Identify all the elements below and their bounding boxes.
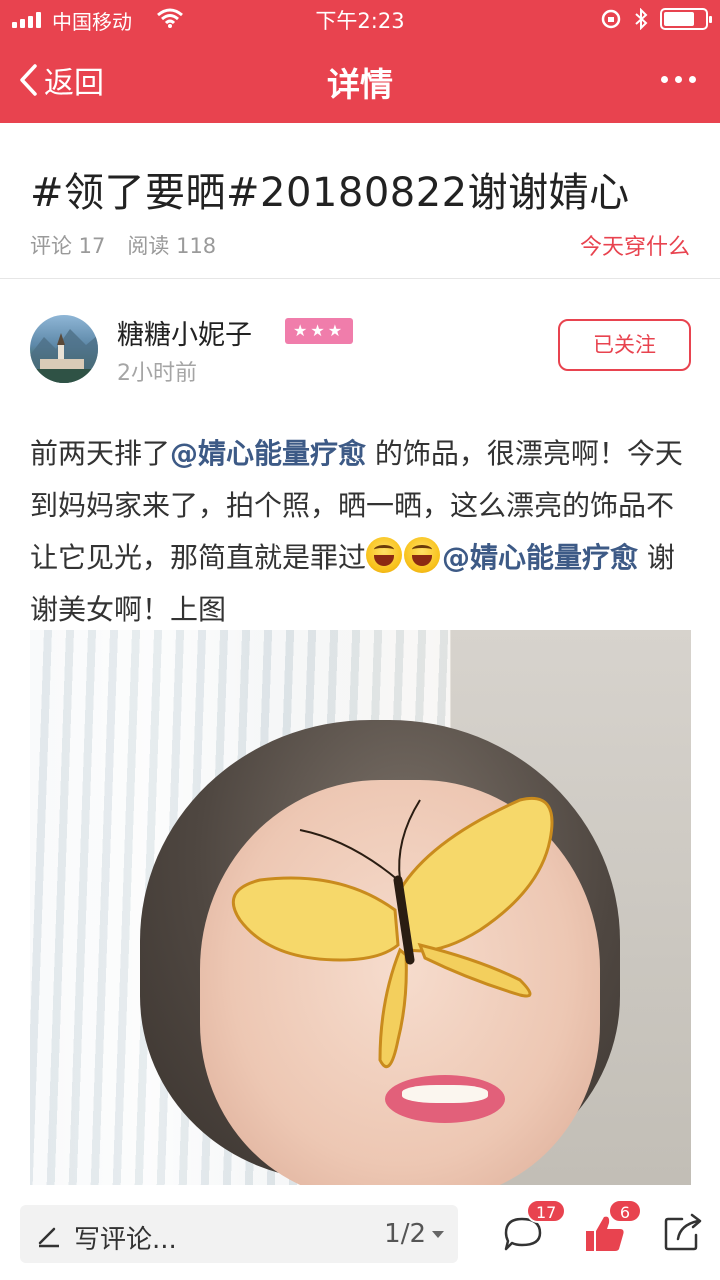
status-right — [600, 8, 712, 30]
post-time: 2小时前 — [117, 361, 197, 386]
avatar[interactable] — [30, 315, 98, 383]
bottom-bar: 写评论... 1/2 17 6 — [0, 1195, 720, 1280]
mention-link[interactable]: @婧心能量疗愈 — [442, 541, 638, 574]
mention-link[interactable]: @婧心能量疗愈 — [170, 437, 366, 470]
share-button[interactable] — [660, 1209, 708, 1257]
status-bar: 中国移动 下午2:23 — [0, 0, 720, 40]
reads-count: 阅读 118 — [127, 234, 217, 258]
follow-button[interactable]: 已关注 — [558, 319, 691, 371]
comment-input[interactable]: 写评论... 1/2 — [20, 1205, 458, 1263]
divider — [0, 278, 720, 279]
lock-rotation-icon — [601, 9, 621, 29]
like-badge: 6 — [608, 1199, 642, 1223]
post-title: #领了要晒#20180822谢谢婧心 — [30, 170, 630, 216]
page-selector[interactable]: 1/2 — [384, 1219, 444, 1249]
nav-bar: 返回 详情 — [0, 40, 720, 123]
page-indicator: 1/2 — [384, 1219, 426, 1249]
caret-down-icon — [432, 1230, 444, 1238]
body-text: 前两天排了 — [30, 437, 171, 470]
post-body: 前两天排了@婧心能量疗愈 的饰品，很漂亮啊！今天到妈妈家来了，拍个照，晒一晒，这… — [30, 428, 695, 636]
post-photo[interactable] — [30, 630, 691, 1185]
share-icon — [664, 1213, 702, 1251]
comment-button[interactable]: 17 — [500, 1199, 567, 1257]
level-badge: ★★★ — [285, 318, 354, 344]
post-meta: 评论 17 阅读 118 — [30, 230, 216, 260]
category-link[interactable]: 今天穿什么 — [580, 229, 690, 261]
like-button[interactable]: 6 — [582, 1199, 642, 1257]
comments-count: 评论 17 — [30, 234, 106, 258]
page-title: 详情 — [327, 65, 393, 104]
pen-icon — [38, 1227, 59, 1248]
more-icon[interactable] — [661, 76, 696, 83]
top-bar: 中国移动 下午2:23 返回 详情 — [0, 0, 720, 123]
butterfly-sticker-icon — [231, 797, 554, 1069]
laughing-emoji-icon — [366, 537, 403, 573]
comment-placeholder: 写评论... — [74, 1225, 177, 1255]
battery-icon — [660, 8, 712, 30]
laughing-emoji-icon — [404, 537, 441, 573]
author-name[interactable]: 糖糖小妮子 — [117, 313, 252, 352]
bluetooth-icon — [635, 8, 648, 30]
comment-badge: 17 — [526, 1199, 567, 1223]
